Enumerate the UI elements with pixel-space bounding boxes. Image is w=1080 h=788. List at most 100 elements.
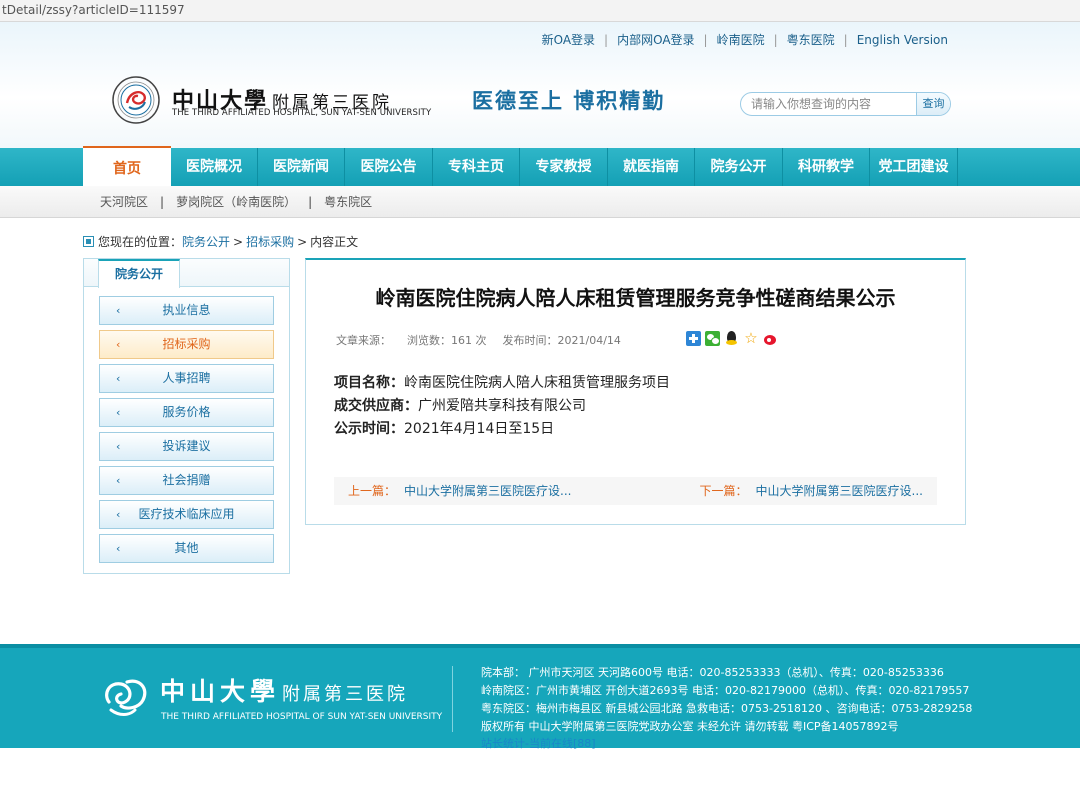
- field-value: 广州爱陪共享科技有限公司: [418, 398, 586, 414]
- article-field-project: 项目名称：岭南医院住院病人陪人床租赁管理服务项目: [334, 372, 670, 395]
- article-field-supplier: 成交供应商：广州爱陪共享科技有限公司: [334, 395, 670, 418]
- footer-line-main-campus: 院本部： 广州市天河区 天河路600号 电话：020-85253333（总机）、…: [481, 666, 944, 679]
- breadcrumb-link-procurement[interactable]: 招标采购: [246, 235, 294, 249]
- next-title: 中山大学附属第三医院医疗设...: [755, 484, 923, 498]
- footer-contact-info: 院本部： 广州市天河区 天河路600号 电话：020-85253333（总机）、…: [481, 664, 972, 736]
- hospital-emblem-icon[interactable]: [111, 75, 161, 125]
- sidebar-item-label: 社会捐赠: [162, 473, 211, 487]
- star-icon[interactable]: ☆: [743, 331, 759, 346]
- nav-item-experts[interactable]: 专家教授: [520, 148, 608, 186]
- prev-next-bar: 上一篇： 中山大学附属第三医院医疗设... 下一篇： 中山大学附属第三医院医疗设..…: [334, 477, 937, 505]
- sidebar-item-other[interactable]: ‹ 其他: [99, 534, 274, 563]
- field-key: 项目名称：: [334, 375, 404, 391]
- sidebar-item-label: 医疗技术临床应用: [138, 507, 235, 521]
- search-button[interactable]: 查询: [916, 93, 950, 115]
- campus-tianhe[interactable]: 天河院区: [100, 195, 148, 209]
- sidebar-item-clinical-tech[interactable]: ‹ 医疗技术临床应用: [99, 500, 274, 529]
- main-nav: 首页 医院概况 医院新闻 医院公告 专科主页 专家教授 就医指南 院务公开 科研…: [0, 146, 1080, 186]
- top-link-separator: |: [843, 33, 848, 47]
- footer-hospital-name-cn: 中山大學 附属第三医院: [160, 672, 408, 708]
- nav-item-party[interactable]: 党工团建设: [870, 148, 958, 186]
- top-link-separator: |: [773, 33, 778, 47]
- hospital-motto: 医德至上 博积精勤: [472, 88, 666, 113]
- next-article-link[interactable]: 下一篇： 中山大学附属第三医院医疗设...: [700, 477, 923, 505]
- breadcrumb-link-affairs[interactable]: 院务公开: [182, 235, 230, 249]
- site-stats-link[interactable]: 站长统计-当前在线[88]: [481, 737, 596, 751]
- prev-article-link[interactable]: 上一篇： 中山大学附属第三医院医疗设...: [348, 477, 571, 505]
- footer-line-copyright: 版权所有 中山大学附属第三医院党政办公室 未经允许 请勿转载 粤ICP备1405…: [481, 720, 899, 733]
- footer-line-yuedong-campus: 粤东院区：梅州市梅县区 新县城公园北路 急救电话：0753-2518120 、咨…: [481, 702, 973, 715]
- share-bar: ☆: [686, 331, 782, 346]
- weibo-icon[interactable]: [763, 331, 778, 346]
- nav-item-departments[interactable]: 专科主页: [433, 148, 520, 186]
- footer: 中山大學 附属第三医院 THE THIRD AFFILIATED HOSPITAL…: [0, 648, 1080, 748]
- chevron-left-icon: ‹: [116, 338, 121, 351]
- campus-luogang[interactable]: 萝岗院区（岭南医院）: [176, 195, 296, 209]
- top-links: 新OA登录 | 内部网OA登录 | 岭南医院 | 粤东医院 | English Version: [542, 31, 948, 48]
- article-field-period: 公示时间：2021年4月14日至15日: [334, 418, 670, 441]
- sidebar-item-practice-info[interactable]: ‹ 执业信息: [99, 296, 274, 325]
- article-panel: 岭南医院住院病人陪人床租赁管理服务竞争性磋商结果公示 文章来源： 浏览数：161 …: [305, 258, 966, 525]
- breadcrumb-current: 内容正文: [310, 235, 359, 249]
- sidebar-item-prices[interactable]: ‹ 服务价格: [99, 398, 274, 427]
- top-link-new-oa[interactable]: 新OA登录: [542, 33, 595, 47]
- breadcrumb-prefix: 您现在的位置：: [98, 235, 183, 249]
- footer-line-lingnan-campus: 岭南院区：广州市黄埔区 开创大道2693号 电话：020-82179000（总机…: [481, 684, 970, 697]
- chevron-left-icon: ‹: [116, 508, 121, 521]
- top-link-yuedong[interactable]: 粤东医院: [787, 33, 835, 47]
- nav-item-affairs[interactable]: 院务公开: [695, 148, 783, 186]
- field-value: 2021年4月14日至15日: [404, 421, 555, 437]
- top-link-separator: |: [604, 33, 609, 47]
- share-more-icon[interactable]: [686, 331, 701, 346]
- sidebar-item-label: 执业信息: [162, 303, 211, 317]
- article-meta: 文章来源： 浏览数：161 次 发布时间：2021/04/14: [336, 332, 936, 348]
- chevron-left-icon: ‹: [116, 542, 121, 555]
- top-link-lingnan[interactable]: 岭南医院: [717, 33, 765, 47]
- sidebar-item-donations[interactable]: ‹ 社会捐赠: [99, 466, 274, 495]
- breadcrumb: 您现在的位置：院务公开 > 招标采购 > 内容正文: [83, 234, 358, 250]
- article-body: 项目名称：岭南医院住院病人陪人床租赁管理服务项目 成交供应商：广州爱陪共享科技有…: [334, 372, 670, 441]
- nav-item-home[interactable]: 首页: [83, 146, 171, 186]
- sidebar-item-complaints[interactable]: ‹ 投诉建议: [99, 432, 274, 461]
- sidebar-item-recruitment[interactable]: ‹ 人事招聘: [99, 364, 274, 393]
- qq-icon[interactable]: [724, 331, 739, 346]
- prev-title: 中山大学附属第三医院医疗设...: [404, 484, 572, 498]
- field-key: 公示时间：: [334, 421, 404, 437]
- campus-separator: |: [308, 195, 313, 209]
- sidebar-item-procurement[interactable]: ‹ 招标采购: [99, 330, 274, 359]
- wechat-icon[interactable]: [705, 331, 720, 346]
- sidebar-item-label: 其他: [174, 541, 199, 555]
- search-input[interactable]: [751, 96, 911, 112]
- chevron-left-icon: ‹: [116, 440, 121, 453]
- top-link-intranet-oa[interactable]: 内部网OA登录: [617, 33, 694, 47]
- article-views: 浏览数：161 次: [407, 334, 487, 347]
- campus-separator: |: [160, 195, 165, 209]
- chevron-left-icon: ‹: [116, 474, 121, 487]
- next-label: 下一篇：: [699, 484, 748, 498]
- nav-item-guide[interactable]: 就医指南: [608, 148, 695, 186]
- sidebar: 院务公开 ‹ 执业信息 ‹ 招标采购 ‹ 人事招聘 ‹ 服务价格 ‹ 投诉建议 ‹ 社会捐赠…: [83, 258, 290, 574]
- nav-item-research[interactable]: 科研教学: [783, 148, 870, 186]
- top-link-english[interactable]: English Version: [857, 33, 948, 47]
- footer-divider: [452, 666, 453, 732]
- sidebar-item-label: 投诉建议: [162, 439, 211, 453]
- hospital-name-en: THE THIRD AFFILIATED HOSPITAL, SUN YAT-S…: [172, 108, 432, 118]
- sidebar-header: 院务公开: [84, 259, 289, 288]
- sidebar-title: 院务公开: [98, 259, 180, 288]
- nav-item-news[interactable]: 医院新闻: [258, 148, 345, 186]
- top-link-separator: |: [703, 33, 708, 47]
- field-key: 成交供应商：: [334, 398, 418, 414]
- sidebar-item-label: 服务价格: [162, 405, 211, 419]
- sidebar-item-label: 人事招聘: [162, 371, 211, 385]
- chevron-left-icon: ‹: [116, 372, 121, 385]
- campus-bar: 天河院区 | 萝岗院区（岭南医院） | 粤东院区: [0, 186, 1080, 218]
- campus-yuedong[interactable]: 粤东院区: [324, 195, 372, 209]
- hospital-logo-icon: [105, 679, 147, 716]
- nav-item-notices[interactable]: 医院公告: [345, 148, 433, 186]
- browser-url-bar[interactable]: tDetail/zssy?articleID=111597: [0, 0, 1080, 22]
- nav-item-overview[interactable]: 医院概况: [171, 148, 258, 186]
- chevron-left-icon: ‹: [116, 406, 121, 419]
- chevron-left-icon: ‹: [116, 304, 121, 317]
- footer-name-main: 中山大學: [160, 677, 281, 706]
- breadcrumb-arrow: >: [297, 235, 308, 249]
